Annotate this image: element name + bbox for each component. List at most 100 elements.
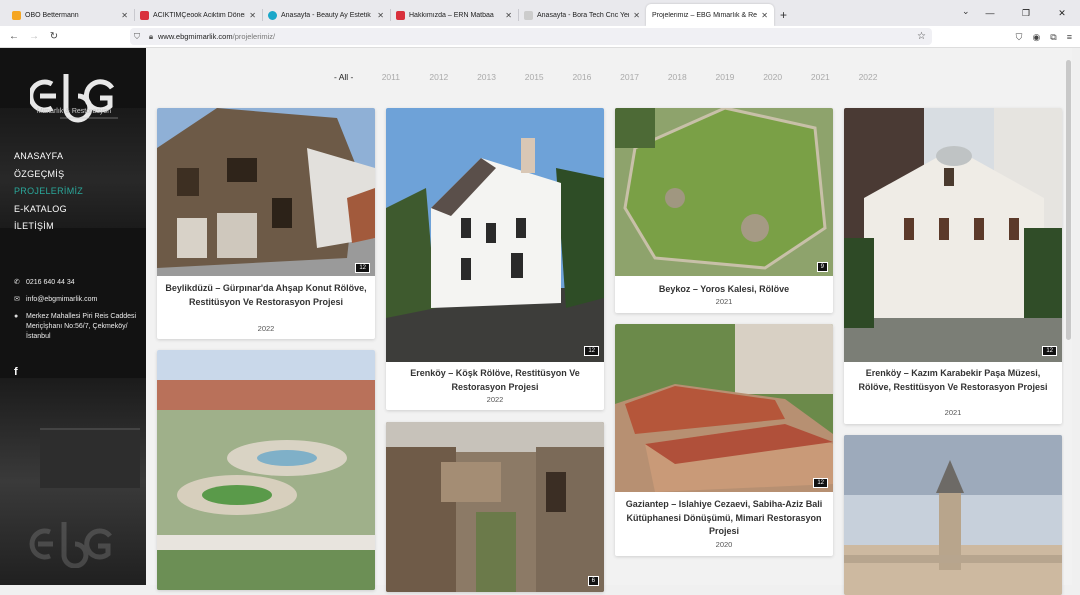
contact-phone[interactable]: ✆ 0216 640 44 34 — [14, 278, 142, 288]
filter-2020[interactable]: 2020 — [763, 72, 811, 82]
menu-icon[interactable]: ≡ — [1067, 32, 1072, 42]
project-year: 2022 — [486, 395, 504, 404]
project-card[interactable]: 9 Beykoz – Yoros Kalesi, Rölöve 2021 — [615, 108, 833, 313]
browser-tab[interactable]: OBO Bettermann ✕ — [6, 4, 134, 26]
close-icon[interactable]: ✕ — [633, 11, 640, 20]
window-controls: — ❐ ✕ — [972, 0, 1080, 26]
browser-tab[interactable]: Anasayfa - Bora Tech Cnc Yeni ✕ — [518, 4, 646, 26]
close-icon[interactable]: ✕ — [761, 11, 768, 20]
menu-item-e-katalog[interactable]: E-KATALOG — [14, 201, 83, 219]
menu-item-iletisim[interactable]: İLETİŞİM — [14, 218, 83, 236]
filter-2015[interactable]: 2015 — [525, 72, 573, 82]
project-title: Gaziantep – Islahiye Cezaevi, Sabiha-Azi… — [625, 499, 823, 536]
tab-list-chevron-icon[interactable]: ⌄ — [962, 6, 970, 17]
browser-tab[interactable]: Anasayfa - Beauty Ay Estetik ✕ — [262, 4, 390, 26]
project-photo-museum — [844, 108, 1062, 362]
extensions-icon[interactable]: ⧉ — [1050, 32, 1056, 43]
pocket-icon[interactable]: ⛉ — [1016, 32, 1023, 43]
filter-2018[interactable]: 2018 — [668, 72, 716, 82]
filter-2017[interactable]: 2017 — [620, 72, 668, 82]
close-icon[interactable]: ✕ — [249, 11, 256, 20]
photo-count-badge: 12 — [355, 263, 370, 273]
project-photo-wooden-house — [157, 108, 375, 276]
browser-tab[interactable]: ACIKTIMÇeook Aciktim Döner ✕ — [134, 4, 262, 26]
project-photo-kosk — [386, 108, 604, 362]
close-icon[interactable]: ✕ — [377, 11, 384, 20]
filter-2016[interactable]: 2016 — [572, 72, 620, 82]
facebook-icon[interactable]: f — [14, 366, 18, 378]
filter-2011[interactable]: 2011 — [382, 72, 430, 82]
envelope-icon: ✉ — [14, 296, 20, 303]
photo-count-badge: 12 — [1042, 346, 1057, 356]
filter-2022[interactable]: 2022 — [859, 72, 907, 82]
reload-icon[interactable]: ↻ — [44, 31, 64, 42]
contact-email[interactable]: ✉ info@ebgmimarlik.com — [14, 295, 142, 305]
account-icon[interactable]: ◉ — [1032, 32, 1040, 43]
toolbar-icons: ⛉ ◉ ⧉ ≡ — [1016, 26, 1072, 48]
filter-all[interactable]: - All - — [334, 72, 382, 82]
project-card[interactable]: 12 Erenköy – Köşk Rölöve, Restitüsyon Ve… — [386, 108, 604, 410]
project-year: 2021 — [715, 297, 733, 306]
project-card[interactable] — [844, 435, 1062, 595]
project-card[interactable]: 12 Gaziantep – Islahiye Cezaevi, Sabiha-… — [615, 324, 833, 556]
photo-count-badge: 12 — [584, 346, 599, 356]
favicon-icon — [140, 10, 149, 20]
menu-item-ozgecmis[interactable]: ÖZGEÇMİŞ — [14, 166, 83, 184]
filter-2021[interactable]: 2021 — [811, 72, 859, 82]
menu-item-anasayfa[interactable]: ANASAYFA — [14, 148, 83, 166]
forward-arrow-icon[interactable]: → — [24, 31, 44, 42]
filter-2019[interactable]: 2019 — [716, 72, 764, 82]
lock-icon: 🔒︎ — [148, 31, 154, 41]
filter-2012[interactable]: 2012 — [429, 72, 477, 82]
bookmark-star-icon[interactable]: ☆ — [917, 31, 926, 42]
menu-item-projelerimiz[interactable]: PROJELERİMİZ — [14, 183, 83, 201]
project-year: 2021 — [944, 408, 962, 417]
projects-content: - All - 2011 2012 2013 2015 2016 2017 20… — [146, 48, 1072, 595]
close-window-icon[interactable]: ✕ — [1044, 8, 1080, 19]
close-icon[interactable]: ✕ — [505, 11, 512, 20]
photo-count-badge: 9 — [816, 262, 828, 272]
browser-tab[interactable]: Hakkımızda – ERN Matbaa ✕ — [390, 4, 518, 26]
project-card[interactable]: 12 Erenköy – Kazım Karabekir Paşa Müzesi… — [844, 108, 1062, 424]
phone-icon: ✆ — [14, 279, 20, 286]
project-photo-castle-aerial — [615, 108, 833, 276]
minimize-icon[interactable]: — — [972, 8, 1008, 18]
scrollbar-thumb[interactable] — [1066, 60, 1071, 340]
project-photo-prison — [615, 324, 833, 492]
browser-nav-bar: ← → ↻ ⛉ 🔒︎ www.ebgmimarlik.com/projeleri… — [0, 26, 1080, 48]
project-card[interactable]: 6 — [386, 422, 604, 592]
location-pin-icon: ● — [14, 313, 19, 320]
project-photo-galata-tower — [844, 435, 1062, 595]
favicon-icon — [396, 10, 405, 20]
restore-icon[interactable]: ❐ — [1008, 8, 1044, 19]
new-tab-button[interactable]: + — [780, 4, 787, 26]
address-bar[interactable]: ⛉ 🔒︎ www.ebgmimarlik.com/projelerimiz/ ☆ — [130, 28, 932, 45]
project-title: Erenköy – Kazım Karabekir Paşa Müzesi, R… — [858, 368, 1048, 392]
project-title: Beykoz – Yoros Kalesi, Rölöve — [658, 284, 790, 294]
project-year: 2020 — [715, 540, 733, 549]
filter-2013[interactable]: 2013 — [477, 72, 525, 82]
project-card[interactable]: 12 Beylikdüzü – Gürpınar'da Ahşap Konut … — [157, 108, 375, 339]
ebg-watermark-logo — [29, 522, 112, 568]
project-year: 2022 — [257, 324, 275, 333]
favicon-icon — [268, 10, 277, 20]
page-scrollbar[interactable] — [1064, 48, 1072, 585]
browser-tab-active[interactable]: Projelerimiz – EBG Mimarlık & Rest ✕ — [646, 4, 774, 26]
contact-address: ● Merkez Mahallesi Piri Reis Caddesi Mer… — [14, 313, 137, 340]
project-card[interactable] — [157, 350, 375, 590]
back-arrow-icon[interactable]: ← — [4, 31, 24, 42]
url-path: /projelerimiz/ — [232, 32, 276, 41]
browser-tab-bar: OBO Bettermann ✕ ACIKTIMÇeook Aciktim Dö… — [0, 0, 1080, 26]
photo-count-badge: 12 — [813, 478, 828, 488]
project-photo-courtyard — [386, 422, 604, 592]
favicon-icon — [12, 10, 21, 20]
close-icon[interactable]: ✕ — [121, 11, 128, 20]
favicon-icon — [524, 10, 533, 20]
contact-info: ✆ 0216 640 44 34 ✉ info@ebgmimarlik.com … — [14, 278, 142, 349]
url-host: www.ebgmimarlik.com — [158, 32, 233, 41]
web-page: Mimarlık & Restorasyon ANASAYFA ÖZGEÇMİŞ… — [0, 48, 1080, 595]
ebg-logo[interactable] — [30, 66, 120, 126]
sidebar-house-silhouette — [40, 428, 140, 488]
logo-subtitle: Mimarlık & Restorasyon — [36, 108, 112, 115]
shield-icon: ⛉ — [134, 31, 140, 41]
